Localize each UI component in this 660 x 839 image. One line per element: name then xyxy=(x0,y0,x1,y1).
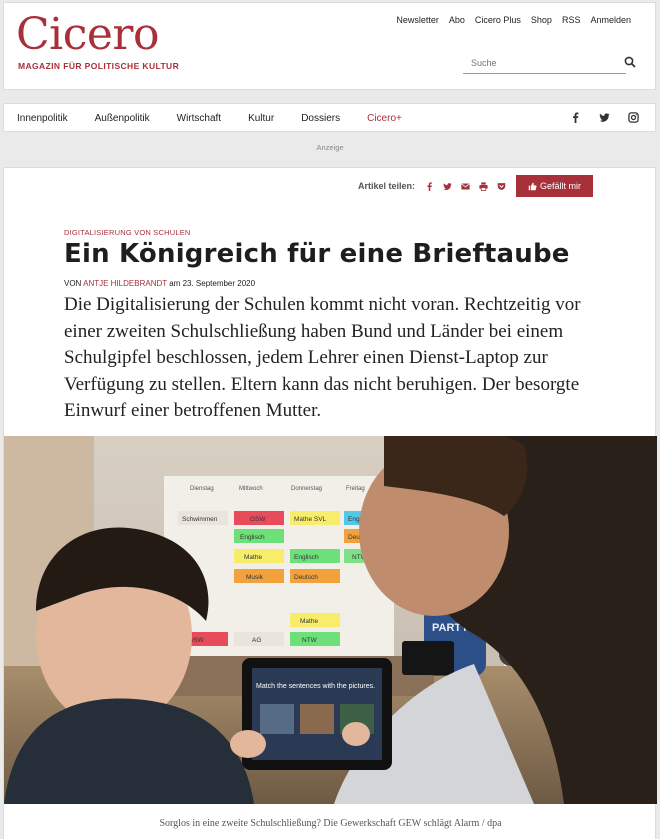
article: Artikel teilen: Gefällt mir DIGITALISIER… xyxy=(3,167,657,839)
schedule-cell: Mathe xyxy=(244,554,262,561)
byline: VON ANTJE HILDEBRANDT am 23. September 2… xyxy=(64,279,255,288)
photo-caption: Sorglos in eine zweite Schulschließung? … xyxy=(159,818,502,829)
article-date: am 23. September 2020 xyxy=(169,279,256,288)
schedule-cell: Englisch xyxy=(294,554,319,561)
like-button[interactable]: Gefällt mir xyxy=(516,175,593,197)
schedule-cell: Deutsch xyxy=(294,574,318,581)
article-teaser: Die Digitalisierung der Schulen kommt ni… xyxy=(64,294,581,421)
twitter-icon[interactable] xyxy=(599,112,610,123)
author-link[interactable]: ANTJE HILDEBRANDT xyxy=(83,279,167,288)
top-link-abo[interactable]: Abo xyxy=(449,15,465,25)
site-logo[interactable]: Cicero xyxy=(16,11,159,59)
nav-item-wirtschaft[interactable]: Wirtschaft xyxy=(177,113,221,124)
schedule-header: Mittwoch xyxy=(239,486,263,492)
top-links: Newsletter Abo Cicero Plus Shop RSS Anme… xyxy=(396,15,631,25)
top-link-rss[interactable]: RSS xyxy=(562,15,581,25)
schedule-cell: AG xyxy=(252,637,261,644)
schedule-cell: Musik xyxy=(246,574,264,581)
nav-item-dossiers[interactable]: Dossiers xyxy=(301,113,340,124)
schedule-cell: NTW xyxy=(302,637,318,644)
ad-label: Anzeige xyxy=(316,143,344,152)
thumbs-up-icon xyxy=(528,182,537,190)
print-icon[interactable] xyxy=(479,181,488,191)
pocket-icon[interactable] xyxy=(497,182,506,191)
social-links xyxy=(570,112,639,123)
article-photo: Dienstag Mittwoch Donnerstag Freitag Sch… xyxy=(4,436,657,804)
like-label: Gefällt mir xyxy=(539,181,581,191)
search-icon[interactable] xyxy=(624,56,636,68)
share-bar: Artikel teilen: xyxy=(358,181,515,191)
byline-prefix: VON xyxy=(64,279,82,288)
twitter-icon[interactable] xyxy=(443,182,452,191)
facebook-icon[interactable] xyxy=(570,112,581,123)
article-kicker[interactable]: DIGITALISIERUNG VON SCHULEN xyxy=(64,228,191,237)
schedule-header: Freitag xyxy=(346,486,365,492)
nav-item-innenpolitik[interactable]: Innenpolitik xyxy=(17,113,68,124)
nav-item-cicero-plus[interactable]: Cicero+ xyxy=(367,113,402,124)
mail-icon[interactable] xyxy=(461,182,470,191)
top-link-newsletter[interactable]: Newsletter xyxy=(396,15,439,25)
schedule-header: Dienstag xyxy=(190,486,214,492)
nav-item-aussenpolitik[interactable]: Außenpolitik xyxy=(95,113,150,124)
facebook-icon[interactable] xyxy=(425,181,434,191)
article-title: Ein Königreich für eine Brieftaube xyxy=(64,239,570,269)
schedule-cell: Schwimmen xyxy=(182,516,218,523)
nav-item-kultur[interactable]: Kultur xyxy=(248,113,274,124)
top-link-cicero-plus[interactable]: Cicero Plus xyxy=(475,15,521,25)
tablet-text: Match the sentences with the pictures. xyxy=(256,683,375,690)
search-input[interactable] xyxy=(463,53,626,74)
schedule-header: Donnerstag xyxy=(291,486,322,492)
top-link-shop[interactable]: Shop xyxy=(531,15,552,25)
site-header: Cicero MAGAZIN FÜR POLITISCHE KULTUR New… xyxy=(3,2,656,90)
main-nav: Innenpolitik Außenpolitik Wirtschaft Kul… xyxy=(3,103,656,132)
schedule-cell: Mathe SVL xyxy=(294,516,327,523)
share-label: Artikel teilen: xyxy=(358,181,416,191)
schedule-cell: Mathe xyxy=(300,618,318,625)
schedule-cell: GSW xyxy=(250,516,266,523)
site-tagline: MAGAZIN FÜR POLITISCHE KULTUR xyxy=(18,61,180,71)
schedule-cell: Englisch xyxy=(240,534,265,541)
instagram-icon[interactable] xyxy=(628,112,639,123)
top-link-anmelden[interactable]: Anmelden xyxy=(590,15,631,25)
